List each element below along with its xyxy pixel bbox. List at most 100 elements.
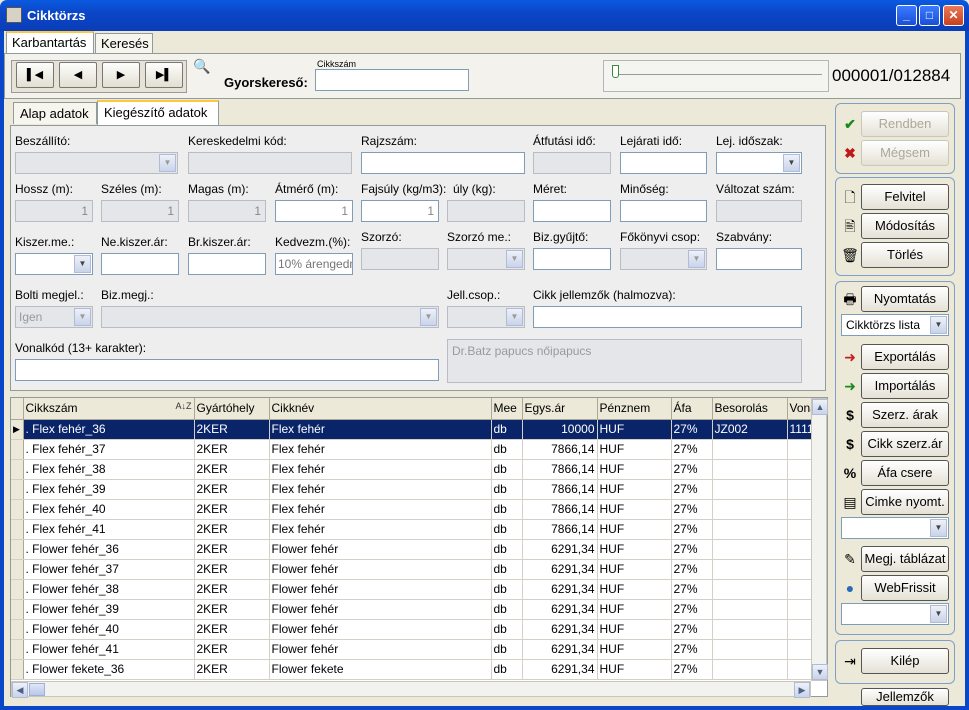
- first-record-button[interactable]: ▌◀: [16, 62, 54, 88]
- quick-search-input[interactable]: [315, 69, 469, 91]
- magnifier-icon[interactable]: 🔍: [193, 58, 210, 75]
- minoseg-label: Minőség:: [620, 182, 669, 196]
- scroll-thumb[interactable]: [29, 683, 45, 696]
- megsem-button[interactable]: Mégsem: [861, 140, 949, 166]
- table-row[interactable]: . Flower fehér_37 2KER Flower fehér db 6291,…: [11, 559, 827, 580]
- felvitel-button[interactable]: Felvitel: [861, 184, 949, 210]
- lejarati-input[interactable]: [620, 152, 707, 174]
- ne-kiszer-label: Ne.kiszer.ár:: [101, 235, 168, 249]
- importalas-button[interactable]: Importálás: [861, 373, 949, 399]
- meret-input[interactable]: [533, 200, 611, 222]
- cimke-nyomt-button[interactable]: Cimke nyomt.: [861, 489, 949, 515]
- cell-cikkszam: . Flower fehér_37: [23, 559, 195, 580]
- minoseg-input[interactable]: [620, 200, 707, 222]
- megj-tablazat-button[interactable]: Megj. táblázat: [861, 546, 949, 572]
- table-row[interactable]: . Flex fehér_40 2KER Flex fehér db 7866,14 HU…: [11, 499, 827, 520]
- col-header-penznem[interactable]: Pénznem: [597, 398, 672, 420]
- szerz-arak-button[interactable]: Szerz. árak: [861, 402, 949, 428]
- cell-cikknev: Flower fehér: [269, 579, 492, 600]
- webfrissit-button[interactable]: WebFrissit: [861, 575, 949, 601]
- tab-karbantartas[interactable]: Karbantartás: [6, 31, 94, 53]
- close-button[interactable]: ✕: [943, 5, 964, 26]
- atmero-input[interactable]: 1: [275, 200, 353, 222]
- cell-egysar: 6291,34: [522, 599, 598, 620]
- cell-afa: 27%: [671, 499, 713, 520]
- new-document-icon: 🗋: [844, 189, 856, 205]
- table-row[interactable]: . Flower fekete_36 2KER Flower fekete db 629…: [11, 659, 827, 680]
- export-icon: ➜: [844, 349, 856, 365]
- cikk-szerz-ar-button[interactable]: Cikk szerz.ár: [861, 431, 949, 457]
- valtozat-label: Változat szám:: [716, 182, 795, 196]
- maximize-button[interactable]: □: [919, 5, 940, 26]
- row-indicator: [11, 579, 24, 600]
- table-row[interactable]: . Flex fehér_37 2KER Flex fehér db 7866,14 HU…: [11, 439, 827, 460]
- afa-csere-button[interactable]: Áfa csere: [861, 460, 949, 486]
- col-header-mee[interactable]: Mee: [491, 398, 523, 420]
- rendben-button[interactable]: Rendben: [861, 111, 949, 137]
- cell-mee: db: [491, 639, 523, 660]
- kiszer-me-combo[interactable]: ▼: [15, 253, 93, 275]
- tab-kereses[interactable]: Keresés: [95, 33, 153, 53]
- fajsuly-input[interactable]: 1: [361, 200, 439, 222]
- rajzszam-input[interactable]: [361, 152, 525, 174]
- torles-button[interactable]: Törlés: [861, 242, 949, 268]
- col-header-cikkszam[interactable]: Cikkszám A↓Z: [23, 398, 195, 420]
- label-type-combo[interactable]: ▼: [841, 517, 949, 539]
- web-combo[interactable]: ▼: [841, 603, 949, 625]
- szabvany-input[interactable]: [716, 248, 802, 270]
- table-row[interactable]: . Flex fehér_39 2KER Flex fehér db 7866,14 HU…: [11, 479, 827, 500]
- prev-record-button[interactable]: ◀: [59, 62, 97, 88]
- table-row[interactable]: . Flex fehér_38 2KER Flex fehér db 7866,14 HU…: [11, 459, 827, 480]
- table-row[interactable]: . Flower fehér_36 2KER Flower fehér db 6291,…: [11, 539, 827, 560]
- lej-idoszak-combo[interactable]: ▼: [716, 152, 802, 174]
- row-indicator: [11, 479, 24, 500]
- col-header-egysar[interactable]: Egys.ár: [522, 398, 598, 420]
- cikk-jell-input[interactable]: [533, 306, 802, 328]
- ne-kiszer-input[interactable]: [101, 253, 179, 275]
- grid-horizontal-scrollbar[interactable]: ◀ ▶: [11, 681, 811, 698]
- exportalas-button[interactable]: Exportálás: [861, 344, 949, 370]
- kedvezm-input[interactable]: [275, 253, 353, 275]
- table-row[interactable]: . Flower fehér_40 2KER Flower fehér db 6291,…: [11, 619, 827, 640]
- table-row[interactable]: . Flower fehér_41 2KER Flower fehér db 6291,…: [11, 639, 827, 660]
- table-row[interactable]: . Flower fehér_38 2KER Flower fehér db 6291,…: [11, 579, 827, 600]
- col-header-cikknev[interactable]: Cikknév: [269, 398, 492, 420]
- scroll-left-button[interactable]: ◀: [12, 682, 28, 698]
- cell-gyartohely: 2KER: [194, 539, 270, 560]
- print-list-combo[interactable]: Cikktörzs lista ▼: [841, 314, 949, 336]
- tab-kiegeszito-adatok[interactable]: Kiegészítő adatok: [97, 100, 219, 125]
- next-record-button[interactable]: ▶: [102, 62, 140, 88]
- cell-afa: 27%: [671, 599, 713, 620]
- scroll-up-button[interactable]: ▲: [812, 399, 828, 415]
- bolti-value: Igen: [19, 310, 43, 324]
- biz-gyujto-input[interactable]: [533, 248, 611, 270]
- progress-slider-thumb[interactable]: [612, 65, 619, 78]
- modositas-button[interactable]: Módosítás: [861, 213, 949, 239]
- table-row[interactable]: . Flower fehér_39 2KER Flower fehér db 6291,…: [11, 599, 827, 620]
- br-kiszer-input[interactable]: [188, 253, 266, 275]
- cell-penznem: HUF: [597, 519, 672, 540]
- col-header-afa[interactable]: Áfa: [671, 398, 713, 420]
- szorzo-label: Szorzó:: [361, 230, 402, 244]
- suly-label: úly (kg):: [453, 182, 496, 196]
- scroll-right-button[interactable]: ▶: [794, 682, 810, 698]
- last-record-button[interactable]: ▶▌: [145, 62, 183, 88]
- fokonyvi-label: Főkönyvi csop:: [620, 230, 701, 244]
- cell-cikknev: Flower fehér: [269, 539, 492, 560]
- nyomtatas-button[interactable]: Nyomtatás: [861, 286, 949, 312]
- cell-cikkszam: . Flex fehér_41: [23, 519, 195, 540]
- tab-alap-adatok[interactable]: Alap adatok: [13, 102, 97, 124]
- col-header-besorolas[interactable]: Besorolás: [712, 398, 788, 420]
- szeles-input: 1: [101, 200, 179, 222]
- col-header-gyartohely[interactable]: Gyártóhely: [194, 398, 270, 420]
- items-grid[interactable]: Cikkszám A↓Z Gyártóhely Cikknév Mee Egys.…: [10, 397, 828, 697]
- kilep-button[interactable]: Kilép: [861, 648, 949, 674]
- jellemzok-button[interactable]: Jellemzők: [861, 688, 949, 706]
- table-row[interactable]: . Flex fehér_41 2KER Flex fehér db 7866,14 HU…: [11, 519, 827, 540]
- minimize-button[interactable]: _: [896, 5, 917, 26]
- grid-vertical-scrollbar[interactable]: ▲ ▼: [811, 398, 828, 681]
- cell-besorolas: JZ002: [712, 419, 788, 440]
- vonalkod-input[interactable]: [15, 359, 439, 381]
- table-row[interactable]: ▶. Flex fehér_36 2KER Flex fehér db 10000 HUF…: [11, 419, 827, 440]
- scroll-down-button[interactable]: ▼: [812, 664, 828, 680]
